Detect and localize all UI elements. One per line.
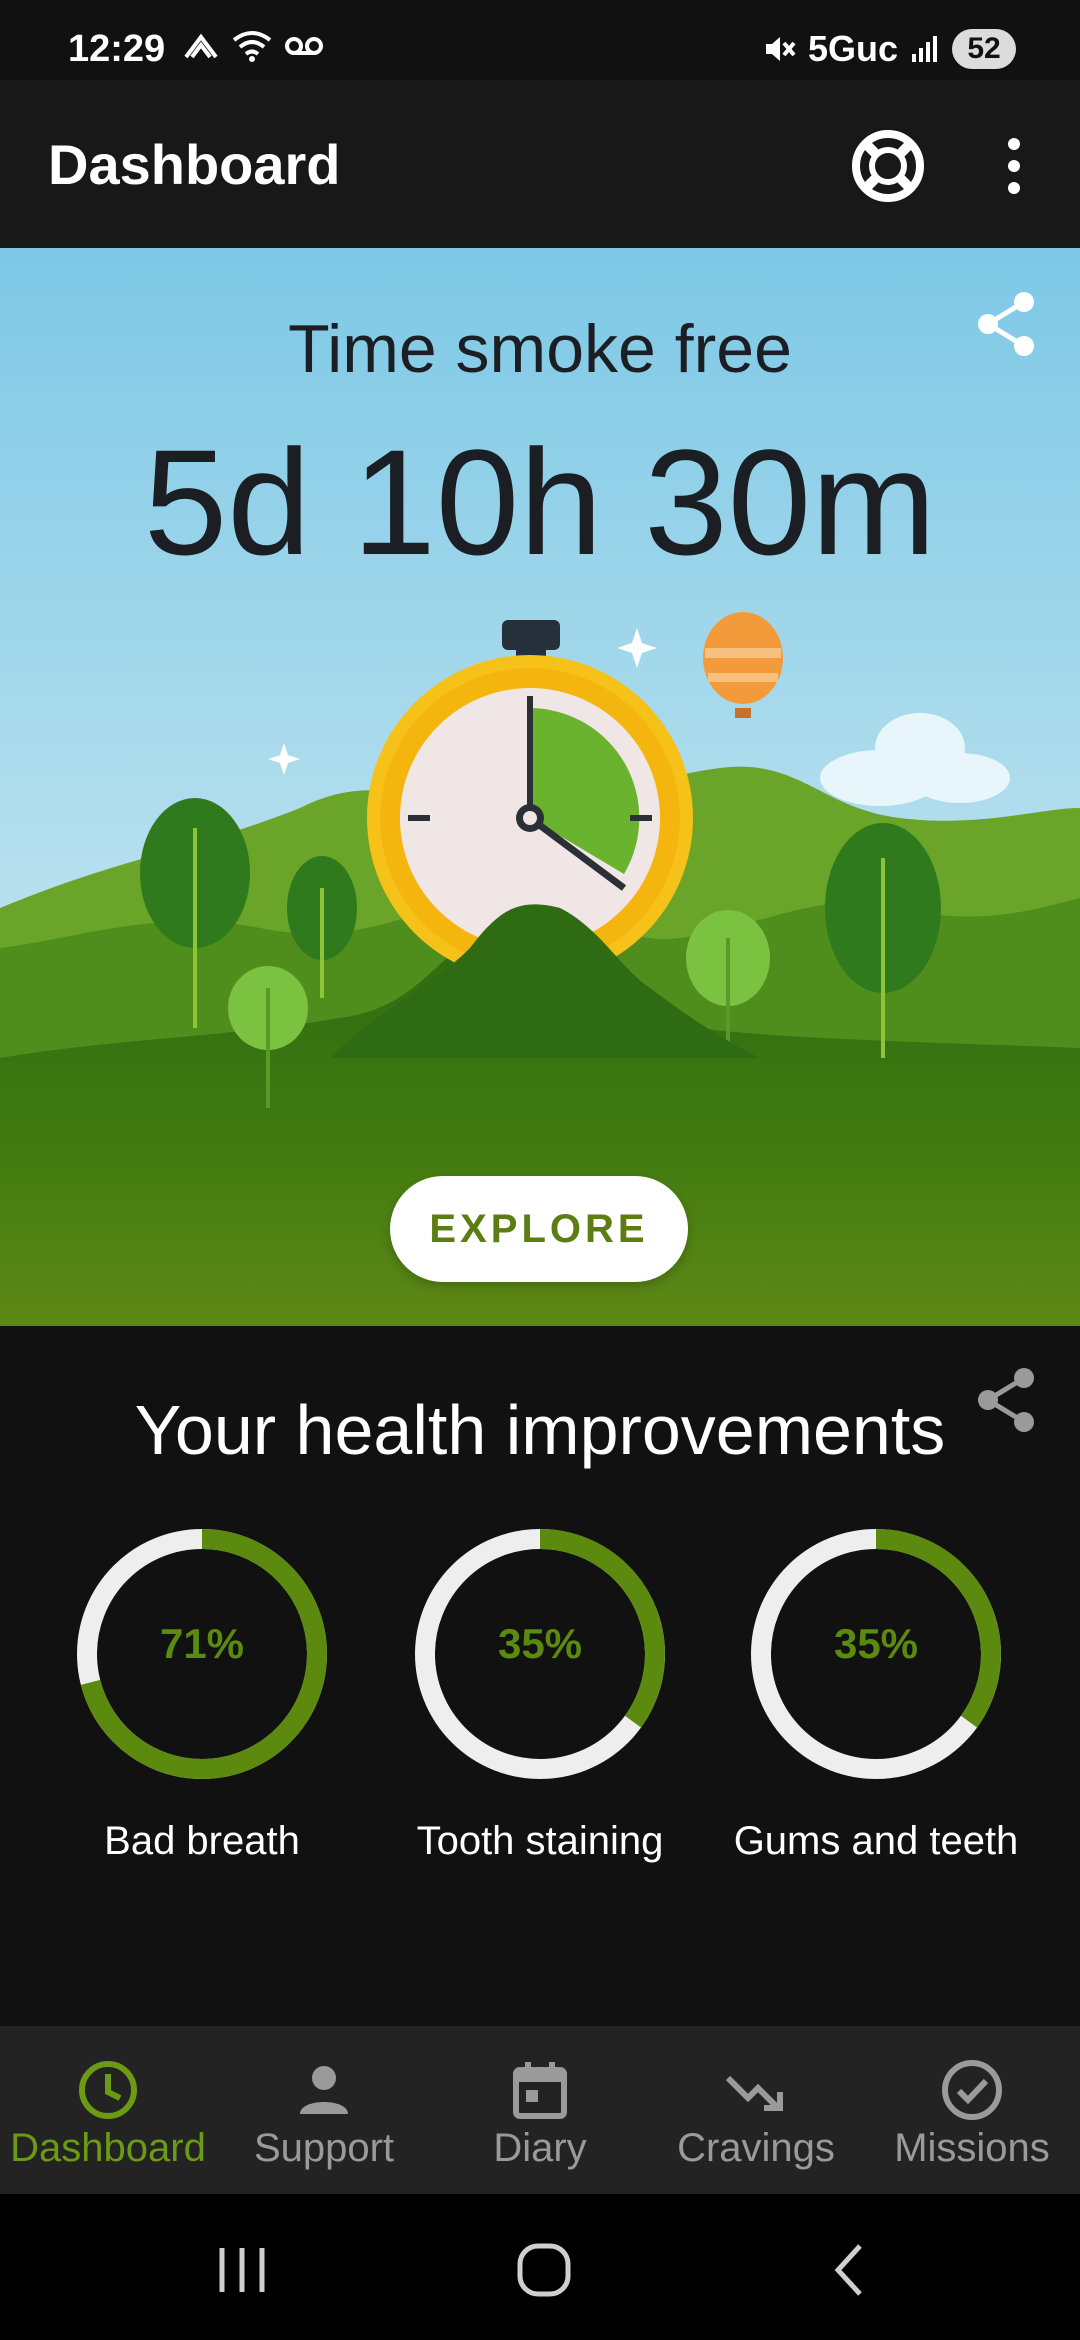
time-smoke-free-value: 5d 10h 30m	[143, 418, 937, 586]
health-gauge-tooth-staining[interactable]: 35% Tooth staining	[410, 1524, 670, 1866]
share-icon[interactable]	[974, 290, 1038, 358]
mute-icon	[765, 37, 796, 61]
nav-dashboard[interactable]: Dashboard	[0, 2026, 216, 2194]
time-smoke-free-card: Time smoke free 5d 10h 30m EXPLORE	[0, 248, 1080, 1326]
help-lifebuoy-icon[interactable]	[848, 126, 928, 206]
time-smoke-free-title: Time smoke free	[288, 311, 792, 387]
gauge-label: Bad breath	[104, 1819, 300, 1863]
clock-icon	[79, 2061, 137, 2119]
landscape-illustration	[0, 248, 1080, 1326]
battery-indicator: 52	[952, 29, 1016, 69]
network-type: 5Guc	[807, 28, 898, 69]
explore-button[interactable]: EXPLORE	[390, 1176, 688, 1282]
page-title: Dashboard	[48, 133, 341, 196]
check-circle-icon	[942, 2060, 1002, 2120]
system-navigation-bar	[0, 2194, 1080, 2340]
health-gauge-gums-and-teeth[interactable]: 35% Gums and teeth	[734, 1524, 1018, 1866]
gauge-label: Gums and teeth	[733, 1819, 1019, 1863]
nav-label: Diary	[493, 2126, 587, 2170]
health-improvements-section: Your health improvements 71% Bad breath …	[0, 1326, 1080, 2026]
calendar-icon	[513, 2062, 567, 2119]
bottom-navigation: Dashboard Support Diary Cravings Mission…	[0, 2026, 1080, 2194]
person-icon	[300, 2066, 348, 2114]
nav-support[interactable]: Support	[216, 2026, 432, 2194]
nav-label: Dashboard	[10, 2126, 206, 2170]
nav-label: Cravings	[677, 2126, 835, 2170]
health-gauge-bad-breath[interactable]: 71% Bad breath	[72, 1524, 332, 1866]
nav-label: Missions	[894, 2126, 1050, 2170]
trend-down-icon	[725, 2075, 783, 2111]
gauge-percent: 35%	[833, 1620, 919, 1667]
status-bar: 12:29 5Guc 52	[0, 0, 1080, 80]
nav-diary[interactable]: Diary	[432, 2026, 648, 2194]
overflow-menu-icon[interactable]	[994, 126, 1034, 206]
signal-icon	[912, 36, 937, 62]
nav-missions[interactable]: Missions	[864, 2026, 1080, 2194]
status-left-icons	[182, 30, 324, 62]
status-time: 12:29	[68, 28, 166, 70]
nav-label: Support	[253, 2126, 395, 2170]
gauge-percent: 35%	[497, 1620, 583, 1667]
voicemail-icon	[285, 37, 323, 55]
share-icon[interactable]	[974, 1366, 1038, 1434]
health-improvements-title: Your health improvements	[134, 1391, 946, 1469]
cast-icon	[184, 33, 218, 59]
gauge-label: Tooth staining	[416, 1819, 664, 1863]
back-icon[interactable]	[814, 2234, 886, 2306]
nav-cravings[interactable]: Cravings	[648, 2026, 864, 2194]
wifi-icon	[232, 31, 272, 62]
status-right: 5Guc 52	[762, 28, 1016, 70]
gauge-percent: 71%	[159, 1620, 245, 1667]
recent-apps-icon[interactable]	[206, 2234, 278, 2306]
home-icon[interactable]	[508, 2234, 580, 2306]
